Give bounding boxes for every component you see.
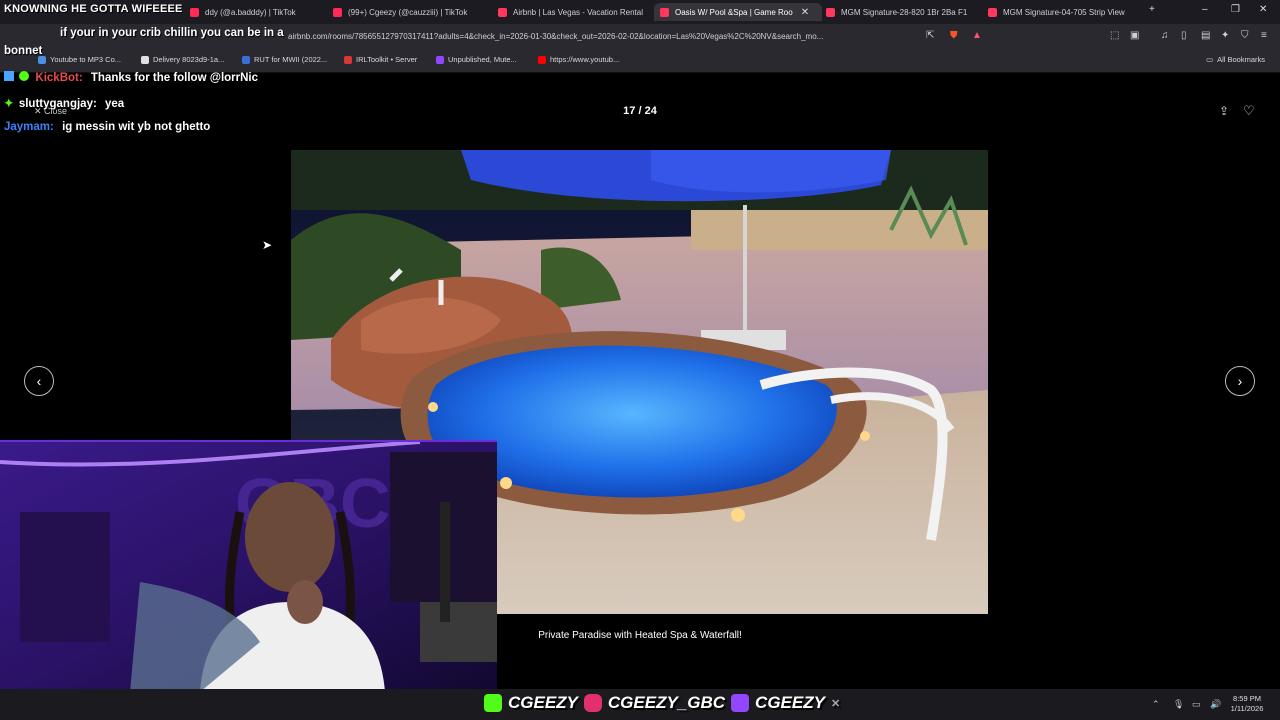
chat-text: bonnet [4, 45, 43, 57]
bookmark-label: https://www.youtub... [550, 55, 620, 64]
kick-icon [484, 694, 502, 712]
airbnb-icon [988, 7, 997, 17]
chat-username: Jaymam: [4, 121, 54, 133]
bookmark-icon [436, 55, 444, 64]
all-bookmarks-label: All Bookmarks [1217, 55, 1266, 64]
close-window-icon[interactable]: ✕ [1259, 4, 1267, 15]
browser-tab[interactable]: MGM Signature-04-705 Strip View [988, 3, 1136, 21]
browser-tab-bar: ddy (@a.badddy) | TikTok (99+) Cgeezy (@… [0, 0, 1280, 24]
bookmark-label: Youtube to MP3 Co... [50, 55, 122, 64]
chat-message: Jaymam: ig messin wit yb not ghetto [4, 121, 210, 133]
sidebar-icon[interactable]: ▯ [1181, 30, 1187, 41]
tab-label: ddy (@a.badddy) | TikTok [205, 7, 296, 17]
chat-message: ✦ sluttygangjay: yea [4, 96, 124, 110]
bookmark-item[interactable]: Delivery 8023d9-1a... [141, 55, 224, 64]
chat-text: Thanks for the follow @lorrNic [90, 72, 259, 84]
bookmark-item[interactable]: IRLToolkit • Server [344, 55, 417, 64]
airbnb-icon [498, 7, 507, 17]
tray-chevron-up-icon[interactable]: ⌃ [1152, 699, 1160, 710]
brave-shield-icon[interactable]: ⛊ [950, 30, 958, 41]
social-handles-banner: CGEEZY CGEEZY_GBC CGEEZY ✕ [484, 692, 840, 714]
network-icon[interactable]: ▭ [1192, 699, 1201, 710]
browser-tab-active[interactable]: Oasis W/ Pool &Spa | Game Roo ✕ [654, 3, 822, 21]
browser-tab[interactable]: MGM Signature-28-820 1Br 2Ba F1 [826, 3, 976, 21]
previous-photo-button[interactable]: ‹ [24, 366, 54, 396]
chat-message: if your in your crib chillin you can be … [4, 27, 284, 39]
all-bookmarks-button[interactable]: ▭ All Bookmarks [1206, 55, 1265, 64]
chevron-left-icon: ‹ [36, 373, 42, 389]
vpn-icon[interactable]: ⛉ [1241, 30, 1249, 41]
bookmark-icon [538, 55, 546, 64]
browser-tab[interactable]: (99+) Cgeezy (@cauzziii) | TikTok [333, 3, 483, 21]
instagram-icon [583, 694, 602, 712]
bookmark-icon [141, 55, 149, 64]
close-tab-icon[interactable]: ✕ [801, 7, 809, 18]
browser-tab[interactable]: Airbnb | Las Vegas - Vacation Rental [498, 3, 646, 21]
browser-tab[interactable]: ddy (@a.badddy) | TikTok [190, 3, 325, 21]
airbnb-icon [826, 7, 835, 17]
chevron-right-icon: › [1237, 373, 1243, 389]
bookmark-item[interactable]: https://www.youtub... [538, 55, 619, 64]
tiktok-icon [190, 7, 199, 17]
instagram-handle: CGEEZY_GBC [607, 693, 726, 712]
twitch-icon [731, 694, 750, 712]
minimize-icon[interactable]: – [1202, 4, 1208, 15]
chat-message: KickBot: Thanks for the follow @lorrNic [4, 71, 258, 84]
webcam-illustration: GBC [0, 442, 497, 692]
tab-label: (99+) Cgeezy (@cauzziii) | TikTok [348, 7, 468, 17]
bookmark-label: IRLToolkit • Server [356, 55, 418, 64]
twitch-handle: CGEEZY [755, 693, 825, 712]
clock-date: 1/11/2026 [1230, 704, 1264, 713]
bookmark-icon [242, 55, 250, 64]
bookmarks-bar: Youtube to MP3 Co... Delivery 8023d9-1a.… [0, 50, 1280, 73]
extensions-icon[interactable]: ⬚ [1110, 30, 1119, 41]
chat-text: if your in your crib chillin you can be … [60, 27, 284, 39]
tab-label: MGM Signature-28-820 1Br 2Ba F1 [841, 7, 968, 17]
bookmark-label: Delivery 8023d9-1a... [153, 55, 225, 64]
bookmark-item[interactable]: RUT for MWII (2022... [242, 55, 327, 64]
folder-icon: ▭ [1206, 55, 1214, 64]
heart-icon[interactable]: ♡ [1243, 103, 1255, 119]
share-icon[interactable]: ⇪ [1219, 104, 1229, 118]
verified-badge-icon [4, 71, 14, 81]
bookmark-label: Unpublished, Mute... [448, 55, 517, 64]
sparkle-badge-icon: ✦ [4, 98, 14, 110]
chat-username: sluttygangjay: [18, 98, 97, 110]
microphone-icon[interactable]: 🎙 [1173, 699, 1184, 710]
maximize-icon[interactable]: ❐ [1231, 4, 1240, 15]
bookmark-label: RUT for MWII (2022... [254, 55, 328, 64]
screenshot-icon[interactable]: ▣ [1130, 30, 1139, 41]
clock-time: 8:59 PM [1233, 694, 1261, 703]
chat-text: yea [105, 98, 125, 110]
chat-message: bonnet [4, 45, 42, 57]
share-page-icon[interactable]: ⇱ [926, 30, 934, 41]
bookmark-item[interactable]: Youtube to MP3 Co... [38, 55, 121, 64]
airbnb-icon [660, 7, 669, 17]
bookmark-item[interactable]: Unpublished, Mute... [436, 55, 517, 64]
wallet-icon[interactable]: ▤ [1201, 30, 1210, 41]
mouse-cursor-icon: ➤ [262, 238, 273, 252]
system-clock[interactable]: 8:59 PM 1/11/2026 [1220, 694, 1274, 714]
new-tab-icon[interactable]: + [1149, 4, 1155, 15]
url-field[interactable]: airbnb.com/rooms/785655127970317411?adul… [288, 28, 988, 46]
chat-username: KickBot: [35, 72, 83, 84]
bookmark-icon [344, 55, 352, 64]
kick-handle: CGEEZY [508, 693, 578, 712]
tab-label: MGM Signature-04-705 Strip View [1003, 7, 1125, 17]
media-icon[interactable]: ♫ [1161, 30, 1169, 41]
photo-caption: Private Paradise with Heated Spa & Water… [538, 630, 742, 641]
chat-text: ig messin wit yb not ghetto [62, 121, 211, 133]
stream-title: KNOWNING HE GOTTA WIFEEEE [4, 3, 183, 15]
photo-counter: 17 / 24 [623, 105, 657, 117]
mod-badge-icon [19, 71, 30, 81]
webcam-feed: GBC [0, 440, 497, 692]
tab-label: Airbnb | Las Vegas - Vacation Rental [513, 7, 644, 17]
leo-ai-icon[interactable]: ✦ [1221, 30, 1229, 41]
tiktok-icon [333, 7, 342, 17]
x-icon: ✕ [830, 697, 841, 710]
menu-icon[interactable]: ≡ [1261, 30, 1267, 41]
next-photo-button[interactable]: › [1225, 366, 1255, 396]
tab-label: Oasis W/ Pool &Spa | Game Roo [675, 7, 793, 17]
rewards-icon[interactable]: ▲ [972, 30, 982, 41]
